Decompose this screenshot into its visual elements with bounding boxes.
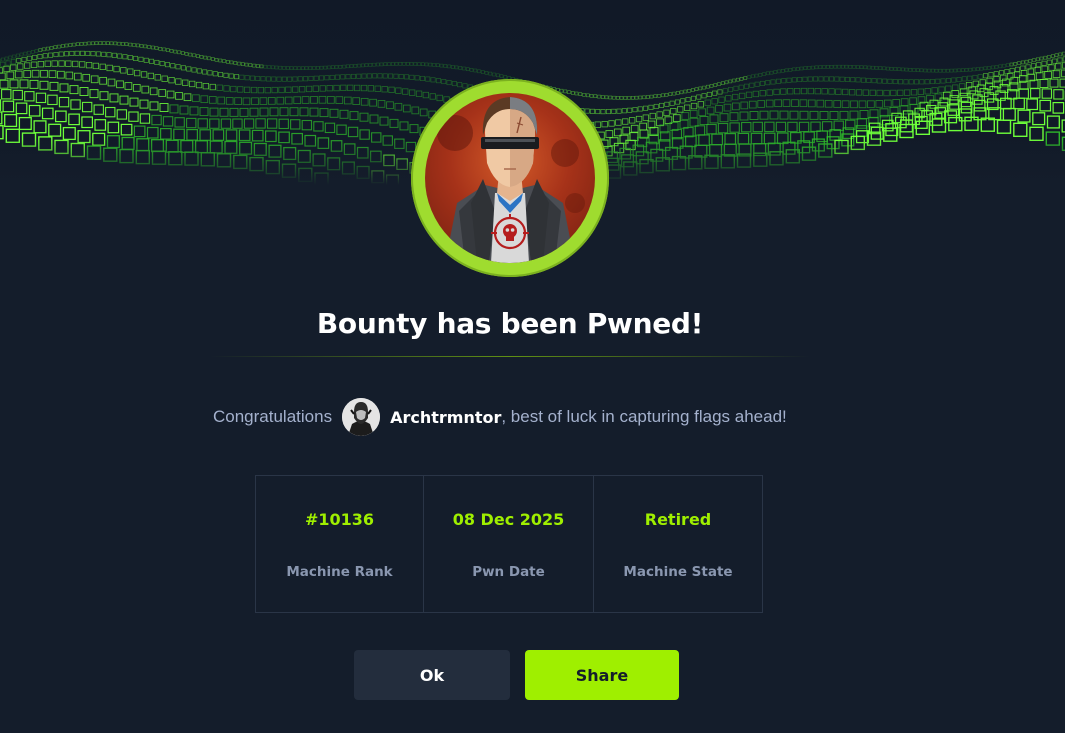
stat-pwn-date: 08 Dec 2025 Pwn Date: [424, 476, 594, 612]
stat-label: Pwn Date: [472, 564, 545, 580]
machine-avatar-icon: [425, 93, 595, 263]
machine-avatar: [411, 79, 609, 277]
ok-button[interactable]: Ok: [354, 650, 510, 700]
congrats-suffix: , best of luck in capturing flags ahead!: [501, 407, 787, 426]
stats-table: #10136 Machine Rank 08 Dec 2025 Pwn Date…: [255, 475, 763, 613]
congrats-message: Congratulations Archtrmntor , best of lu…: [213, 397, 787, 437]
congrats-prefix: Congratulations: [213, 407, 333, 426]
pwned-dialog: Bounty has been Pwned! Congratulations A…: [0, 0, 1065, 733]
share-button[interactable]: Share: [525, 650, 679, 700]
stat-machine-rank: #10136 Machine Rank: [256, 476, 424, 612]
stat-value: #10136: [304, 510, 375, 529]
stat-machine-state: Retired Machine State: [594, 476, 762, 612]
congrats-username[interactable]: Archtrmntor: [390, 408, 501, 427]
user-avatar[interactable]: [342, 398, 381, 436]
stat-value: 08 Dec 2025: [452, 510, 565, 529]
title-divider: [210, 356, 810, 357]
stat-label: Machine Rank: [286, 564, 393, 580]
page-title: Bounty has been Pwned!: [316, 307, 704, 340]
stat-value: Retired: [644, 510, 712, 529]
stat-label: Machine State: [623, 564, 733, 580]
